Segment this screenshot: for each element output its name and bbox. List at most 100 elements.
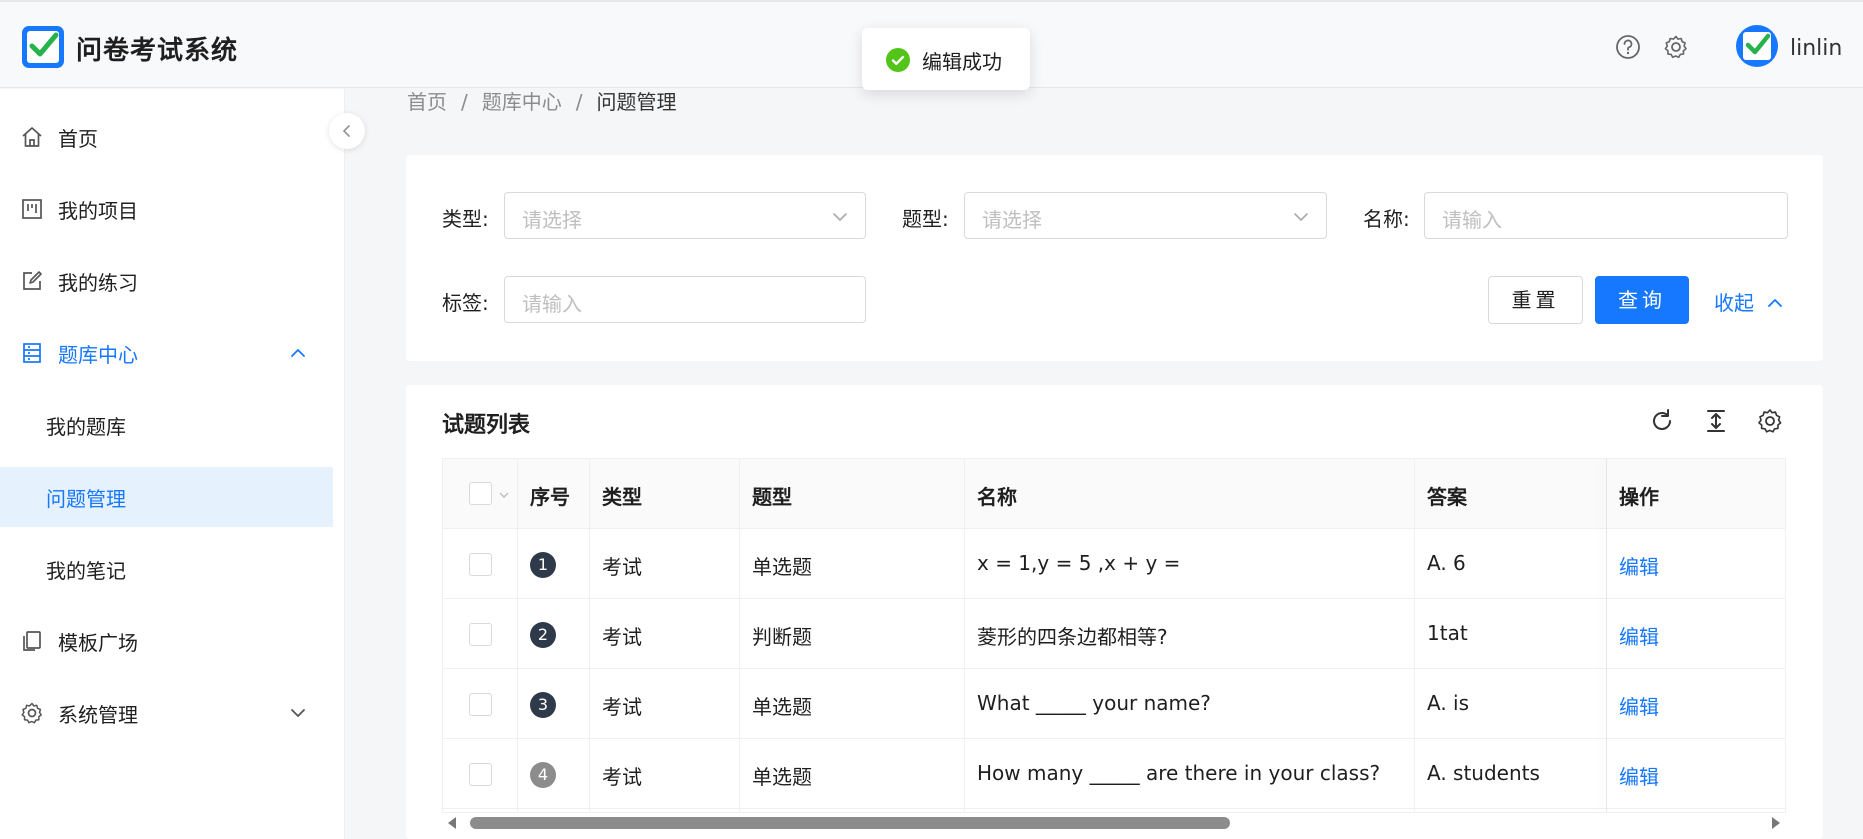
row-checkbox[interactable] xyxy=(469,763,492,786)
chevron-up-icon xyxy=(291,349,305,357)
scroll-left-arrow-icon[interactable] xyxy=(446,816,458,830)
table-settings-icon[interactable] xyxy=(1756,407,1784,435)
column-header-seq: 序号 xyxy=(530,485,570,509)
chevron-down-icon[interactable] xyxy=(498,489,510,501)
sidebar-collapse-button[interactable] xyxy=(329,113,365,149)
query-button[interactable]: 查询 xyxy=(1595,276,1689,324)
type-select[interactable]: 请选择 xyxy=(504,192,866,239)
chevron-down-icon xyxy=(1294,213,1308,221)
row-name: 菱形的四条边都相等? xyxy=(977,625,1168,649)
type-label: 类型: xyxy=(442,207,489,231)
row-answer: 1tat xyxy=(1427,621,1468,645)
row-answer: A. 6 xyxy=(1427,551,1466,575)
sidebar-item-question-bank[interactable]: 题库中心 xyxy=(0,323,333,383)
row-type: 考试 xyxy=(602,625,642,649)
chevron-left-icon xyxy=(343,125,350,137)
row-name: How many _____ are there in your class? xyxy=(977,761,1381,785)
scrollbar-thumb[interactable] xyxy=(470,817,1230,829)
qtype-select-placeholder: 请选择 xyxy=(982,208,1042,232)
horizontal-scrollbar[interactable] xyxy=(442,812,1786,832)
edit-icon xyxy=(23,271,42,290)
row-checkbox[interactable] xyxy=(469,693,492,716)
select-all-checkbox[interactable] xyxy=(469,482,492,505)
breadcrumb-question-bank[interactable]: 题库中心 xyxy=(482,90,562,114)
project-icon xyxy=(22,199,42,219)
column-height-icon[interactable] xyxy=(1702,407,1730,435)
collapse-filter-link[interactable]: 收起 xyxy=(1714,287,1784,316)
row-qtype: 单选题 xyxy=(752,695,812,719)
filter-panel: 类型: 请选择 题型: 请选择 名称: 请输入 标签: 请输入 重置 查询 收起 xyxy=(406,155,1823,361)
toast-message: 编辑成功 xyxy=(922,50,1002,74)
row-name: x = 1,y = 5 ,x + y = xyxy=(977,551,1181,575)
row-checkbox[interactable] xyxy=(469,553,492,576)
row-seq-badge: 2 xyxy=(530,622,556,648)
table-header: 序号 类型 题型 名称 答案 操作 xyxy=(443,459,1785,529)
sidebar-item-practice[interactable]: 我的练习 xyxy=(0,251,333,311)
row-qtype: 判断题 xyxy=(752,625,812,649)
chevron-down-icon xyxy=(291,709,305,717)
reload-icon[interactable] xyxy=(1648,407,1676,435)
sidebar-item-templates[interactable]: 模板广场 xyxy=(0,611,333,671)
name-input-placeholder: 请输入 xyxy=(1442,208,1502,232)
qtype-label: 题型: xyxy=(902,207,949,231)
sidebar-item-label: 我的练习 xyxy=(58,271,138,295)
column-header-type: 类型 xyxy=(602,485,642,509)
table-row: 2 考试 判断题 菱形的四条边都相等? 1tat 编辑 xyxy=(443,599,1785,669)
row-edit-link[interactable]: 编辑 xyxy=(1619,621,1659,650)
column-header-action: 操作 xyxy=(1619,485,1659,509)
app-title: 问卷考试系统 xyxy=(76,36,239,66)
qtype-select[interactable]: 请选择 xyxy=(964,192,1327,239)
copy-icon xyxy=(23,631,41,651)
sidebar-item-label: 我的题库 xyxy=(46,415,126,439)
row-type: 考试 xyxy=(602,765,642,789)
table-row: 4 考试 单选题 How many _____ are there in you… xyxy=(443,739,1785,809)
row-checkbox[interactable] xyxy=(469,623,492,646)
sidebar-item-label: 问题管理 xyxy=(46,487,126,511)
breadcrumb-current: 问题管理 xyxy=(596,90,677,114)
row-edit-link[interactable]: 编辑 xyxy=(1619,551,1659,580)
username[interactable]: linlin xyxy=(1790,36,1842,61)
chevron-down-icon xyxy=(833,213,847,221)
home-icon xyxy=(22,127,42,147)
row-edit-link[interactable]: 编辑 xyxy=(1619,761,1659,790)
table-row: 3 考试 单选题 What _____ your name? A. is 编辑 xyxy=(443,669,1785,739)
breadcrumb-home[interactable]: 首页 xyxy=(407,90,447,114)
help-icon[interactable] xyxy=(1615,34,1641,60)
breadcrumb: 首页 / 题库中心 / 问题管理 xyxy=(407,86,677,115)
column-header-name: 名称 xyxy=(977,485,1017,509)
name-input[interactable]: 请输入 xyxy=(1424,192,1788,239)
row-seq-badge: 1 xyxy=(530,552,556,578)
check-circle-icon xyxy=(886,48,910,72)
sidebar-item-label: 我的项目 xyxy=(58,199,138,223)
user-avatar[interactable] xyxy=(1736,25,1778,67)
sidebar-item-my-bank[interactable]: 我的题库 xyxy=(0,395,333,455)
column-header-answer: 答案 xyxy=(1427,485,1467,509)
sidebar-item-label: 首页 xyxy=(58,127,98,151)
breadcrumb-separator: / xyxy=(575,90,583,114)
tag-input[interactable]: 请输入 xyxy=(504,276,866,323)
breadcrumb-separator: / xyxy=(461,90,468,114)
row-edit-link[interactable]: 编辑 xyxy=(1619,691,1659,720)
sidebar-item-label: 模板广场 xyxy=(58,631,138,655)
database-icon xyxy=(23,343,41,363)
row-seq-badge: 4 xyxy=(530,762,556,788)
sidebar: 首页 我的项目 我的练习 题库中心 我的题库 问题管理 我的笔记 模板广场 系统… xyxy=(0,89,345,839)
sidebar-item-home[interactable]: 首页 xyxy=(0,107,333,167)
sidebar-item-label: 系统管理 xyxy=(58,703,138,727)
scroll-right-arrow-icon[interactable] xyxy=(1770,816,1782,830)
row-qtype: 单选题 xyxy=(752,765,812,789)
reset-button[interactable]: 重置 xyxy=(1488,276,1583,324)
question-list-panel: 试题列表 序号 类型 题型 名称 答案 操作 1 考试 单选题 x = 1,y … xyxy=(406,385,1823,839)
tag-label: 标签: xyxy=(442,291,489,315)
sidebar-item-projects[interactable]: 我的项目 xyxy=(0,179,333,239)
row-answer: A. students xyxy=(1427,761,1540,785)
sidebar-item-question-manage[interactable]: 问题管理 xyxy=(0,467,333,527)
sidebar-item-notes[interactable]: 我的笔记 xyxy=(0,539,333,599)
settings-icon[interactable] xyxy=(1663,34,1689,60)
table-title: 试题列表 xyxy=(442,413,531,438)
gear-icon xyxy=(21,702,42,724)
success-toast: 编辑成功 xyxy=(862,28,1030,90)
app-logo xyxy=(22,26,64,68)
fixed-column-shadow xyxy=(1606,459,1607,812)
sidebar-item-system[interactable]: 系统管理 xyxy=(0,683,333,743)
